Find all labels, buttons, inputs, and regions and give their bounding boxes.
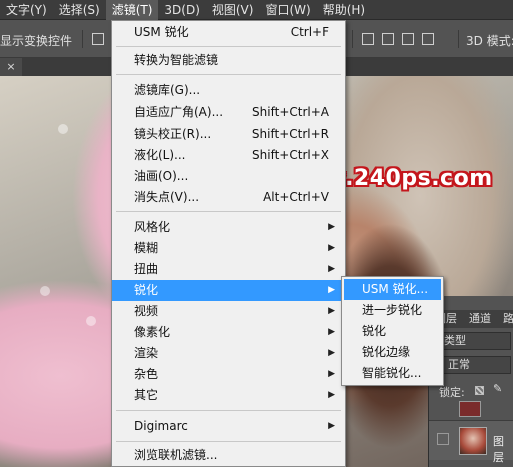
lock-label: 锁定: — [439, 386, 465, 399]
menu-item-filter-gallery[interactable]: 滤镜库(G)... — [112, 80, 345, 101]
menu-item-render[interactable]: 渲染 ▶ — [112, 343, 345, 364]
brush-icon[interactable]: ✎ — [493, 382, 502, 395]
submenu-item-sharpen[interactable]: 锐化 — [344, 321, 441, 342]
menu-item-digimarc[interactable]: Digimarc ▶ — [112, 416, 345, 437]
menu-item-lens-correction[interactable]: 镜头校正(R)... Shift+Ctrl+R — [112, 124, 345, 145]
menu-item-adaptive-wide-angle[interactable]: 自适应广角(A)... Shift+Ctrl+A — [112, 102, 345, 123]
tab-channels[interactable]: 通道 — [469, 310, 491, 328]
distribute-icon[interactable] — [382, 33, 394, 45]
menu-item-vanishing-point[interactable]: 消失点(V)... Alt+Ctrl+V — [112, 187, 345, 208]
submenu-item-sharpen-edges[interactable]: 锐化边缘 — [344, 342, 441, 363]
submenu-arrow-icon: ▶ — [328, 421, 335, 431]
menu-item-stylize[interactable]: 风格化 ▶ — [112, 217, 345, 238]
menu-item-noise[interactable]: 杂色 ▶ — [112, 364, 345, 385]
highlight-dot — [58, 124, 68, 134]
menu-item-pixelate[interactable]: 像素化 ▶ — [112, 322, 345, 343]
distribute-bottom-icon[interactable] — [422, 33, 434, 45]
submenu-arrow-icon: ▶ — [328, 306, 335, 316]
highlight-dot — [40, 286, 50, 296]
submenu-arrow-icon: ▶ — [328, 264, 335, 274]
submenu-arrow-icon: ▶ — [328, 222, 335, 232]
menu-type[interactable]: 文字(Y) — [0, 0, 53, 20]
menu-bar: 文字(Y) 选择(S) 滤镜(T) 3D(D) 视图(V) 窗口(W) 帮助(H… — [0, 0, 513, 20]
menu-item-convert-smart-filter[interactable]: 转换为智能滤镜 — [112, 50, 345, 71]
filter-menu: USM 锐化 Ctrl+F 转换为智能滤镜 滤镜库(G)... 自适应广角(A)… — [111, 20, 346, 467]
menu-separator — [116, 211, 341, 212]
submenu-arrow-icon: ▶ — [328, 327, 335, 337]
menu-item-liquify[interactable]: 液化(L)... Shift+Ctrl+X — [112, 145, 345, 166]
menu-separator — [116, 46, 341, 47]
options-separator — [458, 30, 459, 48]
submenu-arrow-icon: ▶ — [328, 285, 335, 295]
highlight-dot — [86, 316, 96, 326]
close-tab-icon[interactable]: × — [0, 58, 22, 76]
3d-mode-label: 3D 模式: — [466, 34, 513, 48]
options-separator — [82, 30, 83, 48]
menu-item-video[interactable]: 视频 ▶ — [112, 301, 345, 322]
menu-separator — [116, 410, 341, 411]
menu-item-usm-sharpen-last[interactable]: USM 锐化 Ctrl+F — [112, 22, 345, 43]
menu-item-oil-paint[interactable]: 油画(O)... — [112, 166, 345, 187]
tab-paths[interactable]: 路 — [503, 310, 513, 328]
menu-window[interactable]: 窗口(W) — [259, 0, 316, 20]
layer-thumbnail-top[interactable] — [459, 401, 481, 417]
layer-thumbnail — [459, 427, 487, 455]
lock-transparent-icon[interactable] — [475, 386, 484, 395]
sharpen-submenu: USM 锐化... 进一步锐化 锐化 锐化边缘 智能锐化... — [341, 276, 444, 386]
submenu-arrow-icon: ▶ — [328, 390, 335, 400]
menu-item-blur[interactable]: 模糊 ▶ — [112, 238, 345, 259]
menu-item-other[interactable]: 其它 ▶ — [112, 385, 345, 406]
submenu-arrow-icon: ▶ — [328, 243, 335, 253]
layer-row[interactable]: 图层 — [429, 420, 513, 464]
show-transform-controls-label[interactable]: 显示变换控件 — [0, 32, 72, 49]
options-separator — [352, 30, 353, 48]
menu-select[interactable]: 选择(S) — [53, 0, 106, 20]
menu-filter[interactable]: 滤镜(T) — [105, 0, 159, 20]
menu-item-sharpen[interactable]: 锐化 ▶ — [112, 280, 345, 301]
submenu-arrow-icon: ▶ — [328, 369, 335, 379]
distribute-center-icon[interactable] — [402, 33, 414, 45]
layer-name: 图层 — [493, 435, 504, 464]
blend-mode-select[interactable]: 正常 — [433, 356, 511, 374]
menu-separator — [116, 441, 341, 442]
submenu-item-smart-sharpen[interactable]: 智能锐化... — [344, 363, 441, 384]
submenu-arrow-icon: ▶ — [328, 348, 335, 358]
submenu-item-usm-sharpen[interactable]: USM 锐化... — [344, 279, 441, 300]
menu-item-browse-filters-online[interactable]: 浏览联机滤镜... — [112, 445, 345, 466]
menu-item-distort[interactable]: 扭曲 ▶ — [112, 259, 345, 280]
menu-3d[interactable]: 3D(D) — [158, 0, 205, 20]
align-center-icon[interactable] — [362, 33, 374, 45]
menu-separator — [116, 74, 341, 75]
visibility-toggle-icon[interactable] — [437, 433, 449, 445]
menu-help[interactable]: 帮助(H) — [317, 0, 371, 20]
menu-view[interactable]: 视图(V) — [206, 0, 260, 20]
layer-filter-select[interactable]: 类型 — [433, 332, 511, 350]
align-top-icon[interactable] — [92, 33, 104, 45]
submenu-item-sharpen-more[interactable]: 进一步锐化 — [344, 300, 441, 321]
